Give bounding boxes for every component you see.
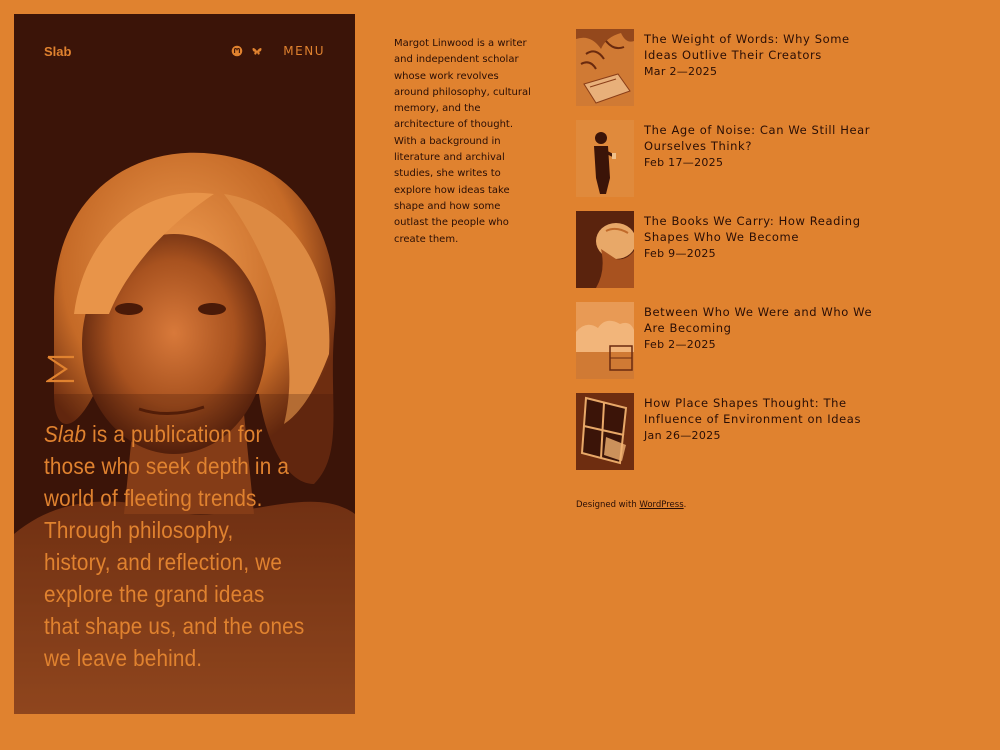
post-list: The Weight of Words: Why Some Ideas Outl… bbox=[576, 29, 976, 484]
post-meta: The Weight of Words: Why Some Ideas Outl… bbox=[644, 29, 876, 80]
list-item: The Age of Noise: Can We Still Hear Ours… bbox=[576, 120, 976, 211]
list-item: The Books We Carry: How Reading Shapes W… bbox=[576, 211, 976, 302]
tagline-text: is a publication for those who seek dept… bbox=[44, 421, 305, 671]
footer-suffix: . bbox=[683, 500, 687, 510]
hero-tagline: Slab is a publication for those who seek… bbox=[44, 418, 305, 674]
post-thumbnail[interactable] bbox=[576, 120, 634, 197]
post-date: Feb 2—2025 bbox=[644, 337, 716, 351]
post-thumbnail[interactable] bbox=[576, 29, 634, 106]
hero-panel: Slab MENU Slab is a publication for thos… bbox=[14, 14, 355, 714]
post-thumbnail[interactable] bbox=[576, 393, 634, 470]
site-title[interactable]: Slab bbox=[44, 44, 71, 59]
site-footer: Designed with WordPress. bbox=[576, 500, 686, 510]
post-date: Feb 17—2025 bbox=[644, 155, 724, 169]
post-thumbnail[interactable] bbox=[576, 302, 634, 379]
wordpress-link[interactable]: WordPress bbox=[639, 500, 683, 510]
post-title-link[interactable]: How Place Shapes Thought: The Influence … bbox=[644, 395, 876, 428]
site-header: Slab MENU bbox=[14, 14, 355, 74]
post-title-link[interactable]: The Books We Carry: How Reading Shapes W… bbox=[644, 213, 876, 246]
post-title-link[interactable]: Between Who We Were and Who We Are Becom… bbox=[644, 304, 876, 337]
post-thumbnail[interactable] bbox=[576, 211, 634, 288]
list-item: The Weight of Words: Why Some Ideas Outl… bbox=[576, 29, 976, 120]
post-date: Feb 9—2025 bbox=[644, 246, 716, 260]
mastodon-icon[interactable] bbox=[231, 45, 243, 57]
header-nav: MENU bbox=[231, 44, 325, 58]
post-date: Jan 26—2025 bbox=[644, 428, 721, 442]
page: Slab MENU Slab is a publication for thos… bbox=[0, 0, 1000, 750]
slab-logo-icon bbox=[46, 355, 74, 383]
menu-button[interactable]: MENU bbox=[283, 44, 325, 58]
post-meta: How Place Shapes Thought: The Influence … bbox=[644, 393, 876, 444]
list-item: Between Who We Were and Who We Are Becom… bbox=[576, 302, 976, 393]
post-meta: The Books We Carry: How Reading Shapes W… bbox=[644, 211, 876, 262]
post-title-link[interactable]: The Age of Noise: Can We Still Hear Ours… bbox=[644, 122, 876, 155]
post-title-link[interactable]: The Weight of Words: Why Some Ideas Outl… bbox=[644, 31, 876, 64]
post-meta: The Age of Noise: Can We Still Hear Ours… bbox=[644, 120, 876, 171]
author-bio: Margot Linwood is a writer and independe… bbox=[394, 38, 531, 245]
list-item: How Place Shapes Thought: The Influence … bbox=[576, 393, 976, 484]
bluesky-icon[interactable] bbox=[251, 45, 263, 57]
post-date: Mar 2—2025 bbox=[644, 64, 718, 78]
post-meta: Between Who We Were and Who We Are Becom… bbox=[644, 302, 876, 353]
tagline-brand: Slab bbox=[44, 421, 87, 447]
footer-prefix: Designed with bbox=[576, 500, 640, 510]
